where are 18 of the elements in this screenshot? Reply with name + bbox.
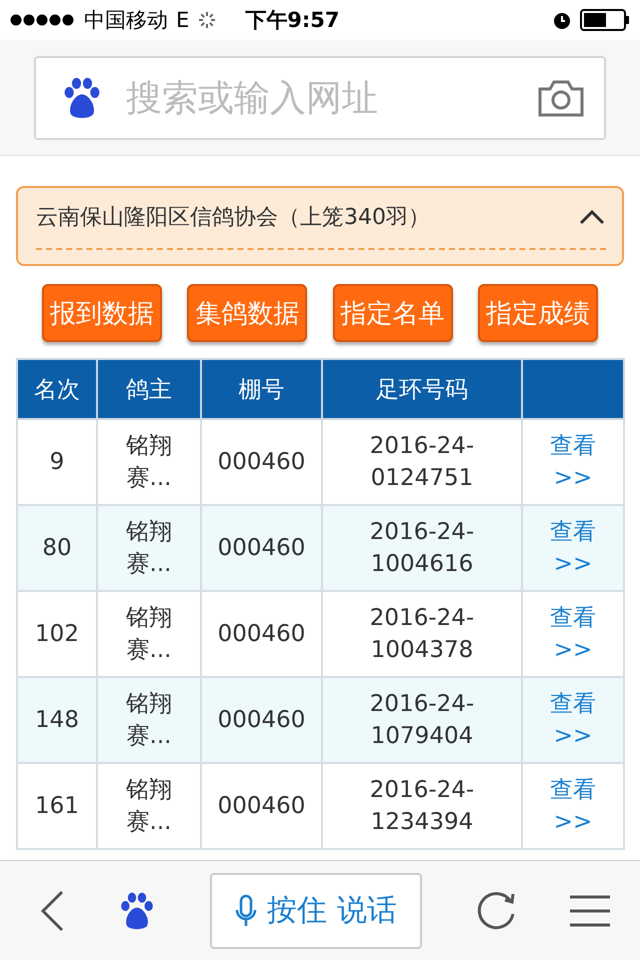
data-button[interactable]: 集鸽数据 — [187, 284, 308, 342]
column-header: 鸽主 — [97, 359, 201, 419]
column-header: 足环号码 — [322, 359, 522, 419]
ring-number-cell: 2016-24-1234394 — [322, 763, 522, 849]
status-time: 下午9:57 — [245, 7, 340, 34]
loft-cell: 000460 — [201, 763, 322, 849]
owner-cell: 铭翔赛... — [97, 763, 201, 849]
rank-cell: 161 — [17, 763, 97, 849]
network-type: E — [176, 8, 190, 32]
panel-title: 云南保山隆阳区信鸽协会（上笼340羽） — [36, 204, 430, 232]
column-header: 名次 — [17, 359, 97, 419]
data-button[interactable]: 指定名单 — [332, 284, 453, 342]
data-button[interactable]: 报到数据 — [42, 284, 162, 342]
voice-button[interactable]: 按住 说话 — [210, 872, 422, 948]
search-bar[interactable]: 搜索或输入网址 — [34, 56, 606, 140]
carrier-name: 中国移动 — [84, 7, 168, 34]
data-button[interactable]: 指定成绩 — [478, 284, 598, 342]
column-header: 棚号 — [201, 359, 322, 419]
